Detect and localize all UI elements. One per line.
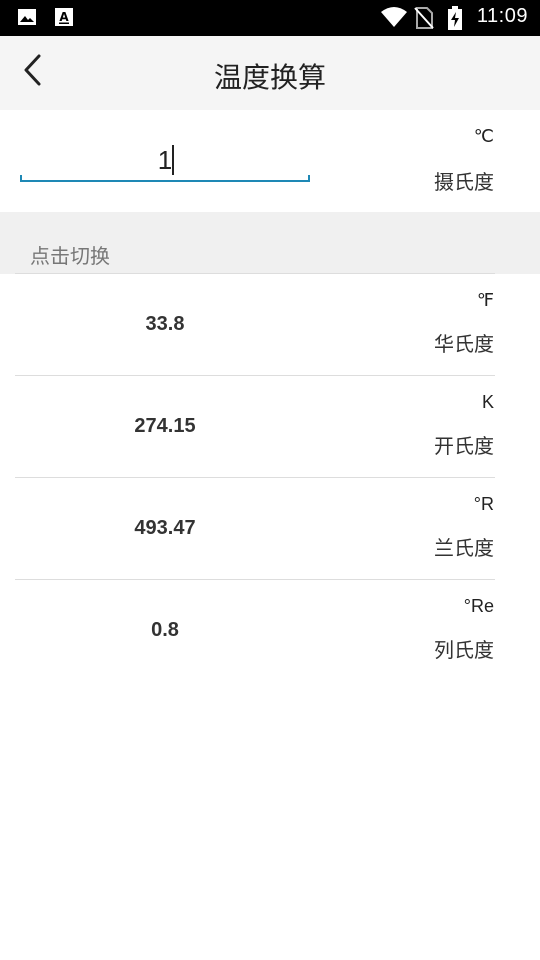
row-unit: K 开氏度	[434, 390, 494, 459]
switch-hint-label: 点击切换	[30, 244, 110, 268]
result-row-fahrenheit[interactable]: 33.8 ℉ 华氏度	[0, 273, 540, 375]
unit-name: 列氏度	[434, 638, 494, 662]
row-unit: °Re 列氏度	[434, 594, 494, 663]
image-icon	[17, 8, 37, 30]
row-divider	[15, 477, 495, 478]
section-header: 点击切换	[0, 212, 540, 274]
input-underline-right-tick	[308, 175, 310, 182]
wifi-icon	[380, 6, 408, 32]
unit-symbol: K	[481, 392, 494, 412]
svg-text:A: A	[59, 10, 69, 24]
no-sim-icon	[414, 6, 434, 34]
title-bar: 温度换算	[0, 36, 540, 110]
text-caret	[172, 145, 174, 175]
input-unit-symbol: ℃	[473, 126, 494, 146]
row-unit: ℉ 华氏度	[434, 288, 494, 357]
input-unit: ℃ 摄氏度	[434, 124, 494, 195]
row-unit: °R 兰氏度	[434, 492, 494, 561]
battery-charging-icon	[447, 6, 463, 34]
celsius-input-field[interactable]	[20, 140, 310, 184]
unit-name: 开氏度	[434, 434, 494, 458]
row-divider	[15, 579, 495, 580]
input-row: ℃ 摄氏度	[0, 110, 540, 212]
status-bar: A 11:09	[0, 0, 540, 36]
result-value: 0.8	[151, 619, 179, 641]
input-unit-name: 摄氏度	[434, 170, 494, 194]
unit-name: 华氏度	[434, 332, 494, 356]
result-row-rankine[interactable]: 493.47 °R 兰氏度	[0, 477, 540, 579]
unit-symbol: ℉	[476, 290, 494, 310]
unit-symbol: °Re	[463, 596, 494, 616]
unit-symbol: °R	[473, 494, 494, 514]
result-row-kelvin[interactable]: 274.15 K 开氏度	[0, 375, 540, 477]
result-value: 33.8	[145, 313, 185, 335]
results-list: 33.8 ℉ 华氏度 274.15 K 开氏度 493.47 °R 兰氏度 0.…	[0, 273, 540, 681]
unit-name: 兰氏度	[434, 536, 494, 560]
row-divider	[15, 375, 495, 376]
input-underline-left-tick	[20, 175, 22, 182]
input-underline	[20, 180, 310, 182]
result-row-reaumur[interactable]: 0.8 °Re 列氏度	[0, 579, 540, 681]
text-app-icon: A	[55, 8, 73, 30]
result-value: 274.15	[134, 415, 196, 437]
status-time: 11:09	[476, 5, 528, 27]
page-title: 温度换算	[213, 61, 326, 94]
result-value: 493.47	[134, 517, 196, 539]
row-divider	[15, 273, 495, 274]
celsius-input[interactable]	[20, 140, 310, 180]
